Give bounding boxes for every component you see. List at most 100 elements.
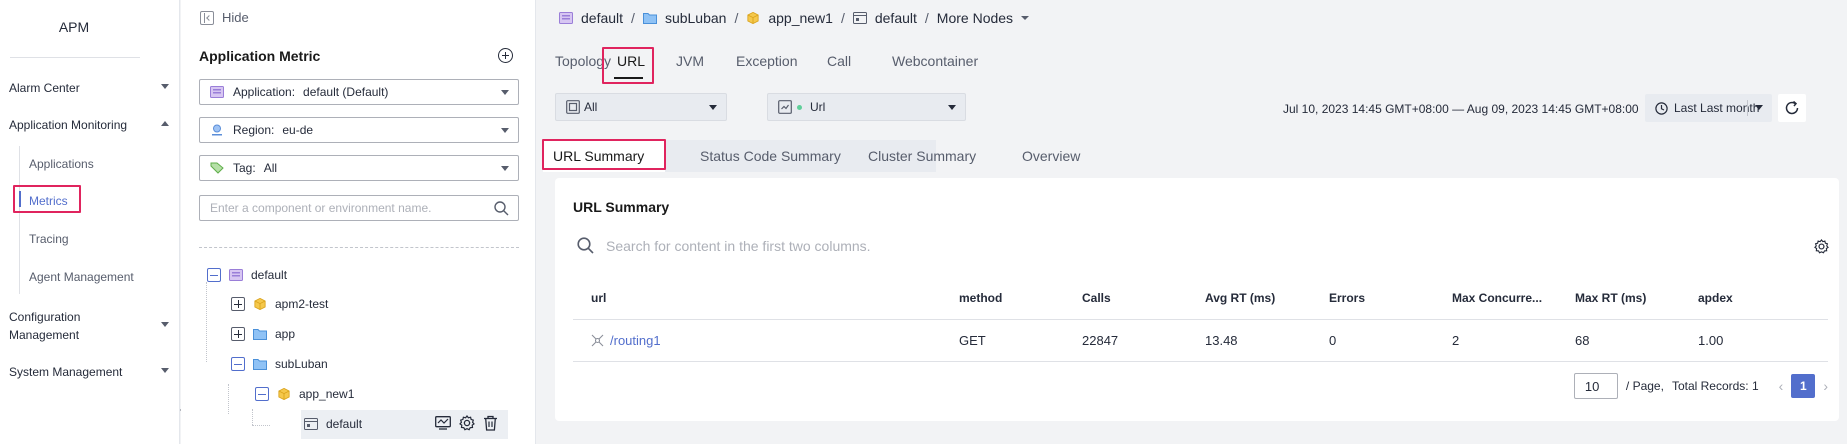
cell-url: /routing1 [573,319,941,362]
nav-group-configuration-management[interactable]: Configuration Management [9,308,169,344]
column-header-max-concurrency[interactable]: Max Concurre... [1434,277,1557,320]
tree-node-env-default[interactable]: default [304,414,362,434]
nav-group-label: Application Monitoring [9,118,128,132]
tree-line [228,384,229,414]
region-value: eu-de [282,123,314,137]
region-label: Region: [233,123,275,137]
column-header-errors[interactable]: Errors [1311,277,1434,320]
application-select[interactable]: Application: default (Default) [199,79,519,105]
location-icon [212,124,222,136]
chevron-down-icon [501,166,509,171]
subtab-status-code-summary[interactable]: Status Code Summary [700,148,841,164]
time-period-select[interactable]: Last Last month [1645,94,1772,122]
nav-item-agent-management[interactable]: Agent Management [29,270,134,284]
search-placeholder: Enter a component or environment name. [210,201,432,215]
type-select[interactable]: Url [767,93,966,121]
tag-select[interactable]: Tag: All [199,155,519,181]
time-range-text: Jul 10, 2023 14:45 GMT+08:00 — Aug 09, 2… [1283,102,1639,116]
page-size-input[interactable]: 10 [1573,373,1618,399]
subtab-overview[interactable]: Overview [1022,148,1080,164]
tab-exception[interactable]: Exception [736,53,797,69]
tab-webcontainer[interactable]: Webcontainer [892,53,978,69]
nav-item-applications[interactable]: Applications [29,157,94,171]
subtab-cluster-summary[interactable]: Cluster Summary [868,148,976,164]
collapse-node-icon[interactable] [231,357,245,371]
tree-node-subluban[interactable]: subLuban [231,354,328,374]
refresh-icon [1785,100,1799,115]
tab-jvm[interactable]: JVM [676,53,704,69]
column-header-calls[interactable]: Calls [1064,277,1187,320]
cell-avg-rt[interactable]: 13.48 [1187,319,1311,362]
url-link[interactable]: /routing1 [591,333,941,348]
breadcrumb-item[interactable]: subLuban [665,10,727,26]
nav-item-metrics[interactable]: Metrics [29,194,68,208]
nav-group-label: Alarm Center [9,81,80,95]
url-summary-card: URL Summary Search for content in the fi… [555,178,1839,421]
cell-max-concurrency[interactable]: 2 [1434,319,1557,362]
folder-icon [642,13,657,24]
hide-panel-button[interactable]: Hide [200,10,249,25]
delete-icon[interactable] [483,415,498,431]
column-header-apdex[interactable]: apdex [1680,277,1828,320]
page-button-1[interactable]: 1 [1791,374,1816,398]
prev-page-icon[interactable]: ‹ [1779,378,1784,394]
type-value: Url [810,100,826,114]
component-search-input[interactable]: Enter a component or environment name. [199,195,519,221]
chevron-down-icon [501,128,509,133]
pagination: 10 / Page, Total Records: 1 ‹ 1 › [1573,373,1828,399]
chevron-down-icon [1021,16,1030,20]
application-icon [229,269,243,281]
tree-node-label: app_new1 [299,387,355,401]
folder-icon [253,359,267,370]
component-cube-icon [278,388,290,400]
next-page-icon[interactable]: › [1823,378,1828,394]
expand-node-icon[interactable] [231,297,245,311]
dashed-divider [199,247,519,248]
node-actions [435,415,498,431]
cell-calls[interactable]: 22847 [1064,319,1187,362]
gear-icon[interactable] [459,415,475,431]
monitor-icon[interactable] [435,416,451,430]
collapse-node-icon[interactable] [207,268,221,282]
scope-select[interactable]: All [555,93,727,121]
nav-item-tracing[interactable]: Tracing [29,232,69,246]
column-header-max-rt[interactable]: Max RT (ms) [1557,277,1680,320]
nav-group-label: Management [9,328,80,342]
search-placeholder: Search for content in the first two colu… [606,237,871,254]
tree-node-default[interactable]: default [207,265,287,285]
add-circle-icon[interactable] [498,48,513,63]
tree-node-apm2-test[interactable]: apm2-test [231,294,328,314]
cell-max-rt[interactable]: 68 [1557,319,1680,362]
breadcrumb-item[interactable]: default [875,10,917,26]
tab-call[interactable]: Call [827,53,851,69]
tree-node-app-new1[interactable]: app_new1 [255,384,354,404]
tree-node-app[interactable]: app [231,324,295,344]
table-row: /routing1 GET 22847 13.48 0 2 68 1.00 [573,319,1828,362]
column-header-avg-rt[interactable]: Avg RT (ms) [1187,277,1311,320]
tab-url[interactable]: URL [617,53,645,69]
breadcrumb-item[interactable]: app_new1 [768,10,833,26]
chevron-down-icon [161,84,169,89]
nav-group-system-management[interactable]: System Management [9,364,169,381]
cell-errors[interactable]: 0 [1311,319,1434,362]
nav-group-application-monitoring[interactable]: Application Monitoring [9,117,169,134]
component-cube-icon [254,298,266,310]
table-search-input[interactable]: Search for content in the first two colu… [577,237,871,254]
breadcrumb-item[interactable]: default [581,10,623,26]
collapse-node-icon[interactable] [255,387,269,401]
subtab-url-summary[interactable]: URL Summary [553,148,644,164]
table-settings-gear-icon[interactable] [1814,239,1829,254]
divider [1747,100,1748,116]
chevron-up-icon [161,121,169,126]
column-header-method[interactable]: method [941,277,1064,320]
nav-group-alarm-center[interactable]: Alarm Center [9,80,169,97]
more-nodes-dropdown[interactable]: More Nodes [937,10,1013,26]
cell-apdex[interactable]: 1.00 [1680,319,1828,362]
expand-node-icon[interactable] [231,327,245,341]
region-select[interactable]: Region: eu-de [199,117,519,143]
search-icon[interactable] [494,201,509,216]
chevron-down-icon [709,105,717,110]
refresh-button[interactable] [1778,94,1806,122]
tree-line [252,425,270,426]
column-header-url[interactable]: url [573,277,941,320]
